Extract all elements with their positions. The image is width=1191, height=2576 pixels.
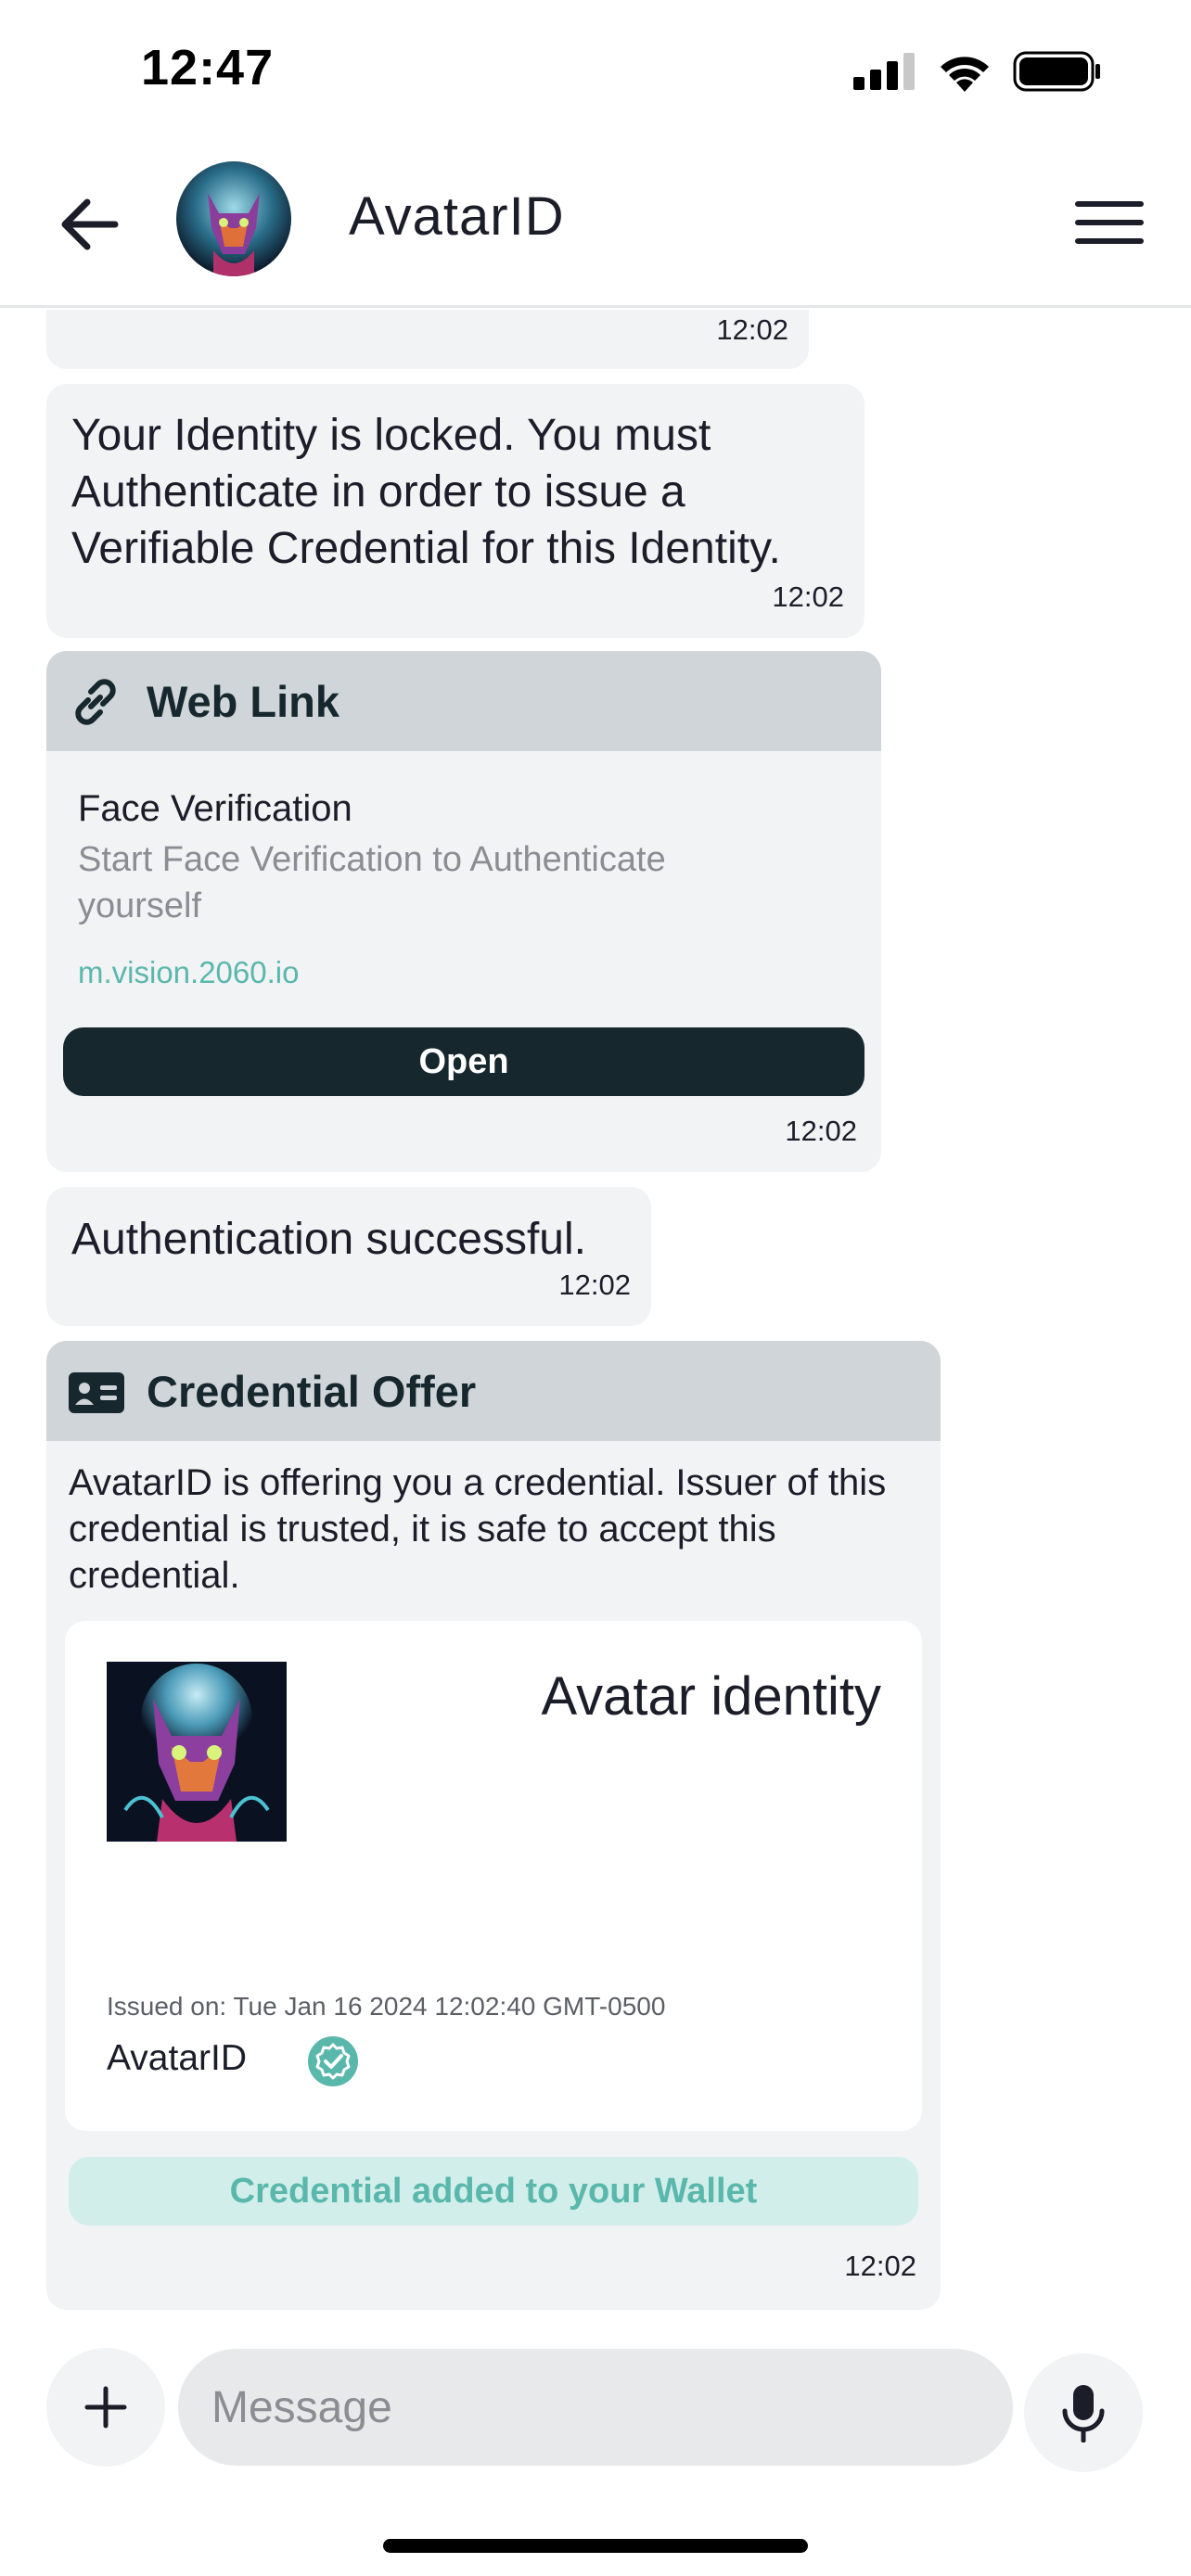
status-icons: [853, 48, 1102, 95]
web-link-card: Web Link Face Verification Start Face Ve…: [46, 651, 881, 1172]
cat-credential-image: [107, 1662, 287, 1842]
link-icon: [75, 679, 116, 725]
cat-avatar-image: [176, 161, 291, 276]
microphone-button[interactable]: [1024, 2353, 1143, 2472]
credential-title: Avatar identity: [541, 1666, 881, 1727]
link-description-line: Start Face Verification to Authenticate: [78, 840, 666, 879]
offer-text-line: AvatarID is offering you a credential. I…: [69, 1462, 887, 1503]
offer-text-line: credential is trusted, it is safe to acc…: [69, 1509, 776, 1549]
link-description-line: yourself: [78, 886, 202, 925]
message-time: 12:02: [844, 2250, 916, 2282]
offer-text-line: credential.: [69, 1555, 240, 1596]
web-link-header: Web Link: [46, 651, 881, 751]
message-time: 12:02: [785, 1115, 857, 1147]
web-link-header-title: Web Link: [147, 677, 340, 726]
hamburger-menu-icon: [1075, 201, 1144, 244]
cellular-signal-icon: [853, 53, 915, 90]
message-time: 12:02: [716, 313, 788, 346]
message-text-line: Authenticate in order to issue a: [71, 467, 685, 516]
chat-title: AvatarID: [349, 186, 565, 247]
menu-button[interactable]: [1072, 195, 1146, 250]
link-title: Face Verification: [78, 788, 352, 829]
credential-issuer: AvatarID: [107, 2038, 248, 2078]
chat-header: AvatarID: [0, 139, 1191, 308]
message-text-line: Verifiable Credential for this Identity.: [71, 524, 781, 573]
avatar[interactable]: [176, 161, 291, 276]
open-button[interactable]: Open: [63, 1027, 864, 1096]
wifi-icon: [941, 57, 989, 92]
id-card-icon: [69, 1372, 124, 1413]
message-text-line: Your Identity is locked. You must: [71, 411, 711, 460]
credential-card[interactable]: Avatar identity Issued on: Tue Jan 16 20…: [65, 1621, 922, 2131]
message-bubble-partial: 12:02: [46, 310, 809, 369]
battery-icon: [1013, 51, 1100, 92]
message-time: 12:02: [772, 580, 844, 613]
credential-offer-header: Credential Offer: [46, 1341, 941, 1441]
status-time: 12:47: [141, 40, 275, 96]
message-text: Authentication successful.: [71, 1215, 586, 1264]
message-input[interactable]: [178, 2349, 1013, 2466]
microphone-icon: [1062, 2385, 1105, 2442]
message-bubble-locked: Your Identity is locked. You must Authen…: [46, 384, 864, 638]
arrow-left-icon: [61, 198, 119, 250]
message-bubble-auth: Authentication successful. 12:02: [46, 1187, 651, 1326]
credential-added-button[interactable]: Credential added to your Wallet: [69, 2157, 918, 2225]
credential-offer-card: Credential Offer AvatarID is offering yo…: [46, 1341, 941, 2310]
verified-badge-icon: [308, 2036, 358, 2086]
attach-button[interactable]: [46, 2348, 165, 2467]
status-bar: 12:47: [0, 0, 1191, 139]
message-time: 12:02: [558, 1269, 631, 1301]
link-url[interactable]: m.vision.2060.io: [78, 955, 299, 990]
credential-issued-date: Issued on: Tue Jan 16 2024 12:02:40 GMT-…: [107, 1992, 666, 2021]
home-indicator: [383, 2539, 808, 2553]
back-button[interactable]: [52, 187, 126, 261]
credential-image: [107, 1662, 287, 1842]
credential-offer-header-title: Credential Offer: [147, 1367, 477, 1416]
offer-text: AvatarID is offering you a credential. I…: [69, 1460, 922, 1599]
plus-icon: [84, 2386, 127, 2429]
chat-screen: 12:47 AvatarID 12:02 Your Identity is lo…: [0, 0, 1191, 2576]
